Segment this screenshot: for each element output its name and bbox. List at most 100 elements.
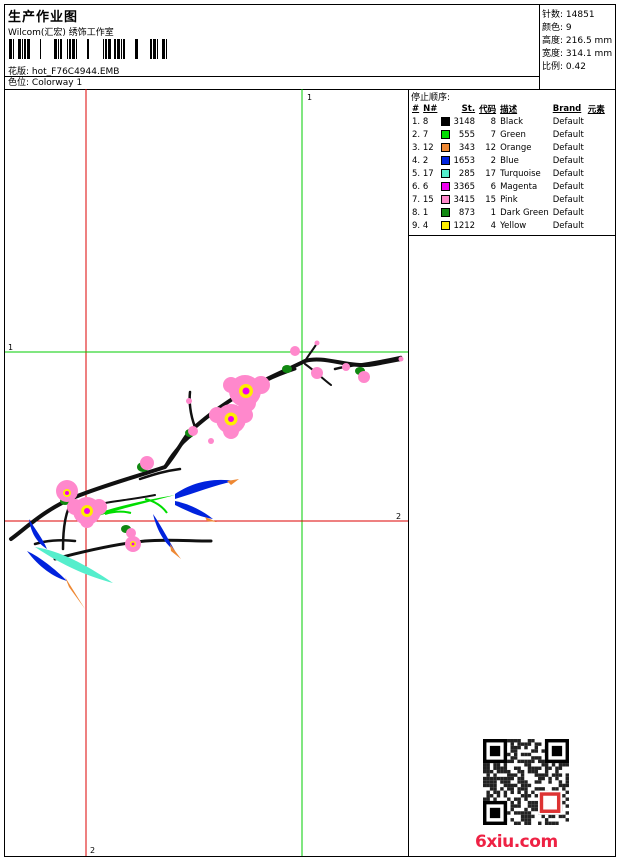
blossom-large-3 <box>67 497 107 528</box>
row-index: 3. 12 <box>412 142 434 153</box>
qr-code-icon <box>483 739 569 825</box>
row-element <box>586 141 607 154</box>
blossom-bud-10 <box>398 356 404 362</box>
row-code: 4 <box>490 220 497 231</box>
row-element <box>586 193 607 206</box>
row-index: 5. 17 <box>412 168 434 179</box>
row-swatch-stitches: 3148 <box>439 115 477 128</box>
page-title: 生产作业图 <box>8 10 79 25</box>
stat-height: 高度: 216.5 mm <box>542 36 613 46</box>
table-row: 6. 6 3365 6 Magenta Default <box>410 180 607 193</box>
row-brand: Default <box>552 194 584 205</box>
row-brand: Default <box>552 168 584 179</box>
colorway-label: 色位: <box>8 78 30 88</box>
row-element <box>586 115 607 128</box>
row-description: Green <box>500 129 526 140</box>
col-header-element: 元素 <box>587 104 605 115</box>
row-element <box>586 180 607 193</box>
embroidery-design: 1 1 2 2 <box>5 89 408 856</box>
color-swatch <box>441 220 451 230</box>
stat-colors: 颜色: 9 <box>542 23 572 33</box>
guide-marker-left: 1 <box>8 343 13 352</box>
guide-marker-right: 2 <box>396 512 401 521</box>
studio-name: Wilcom(汇宏) 绣饰工作室 <box>8 28 114 38</box>
row-description: Pink <box>500 194 518 205</box>
blossom-medium-1 <box>56 480 78 502</box>
row-code: 15 <box>485 194 497 205</box>
row-code: 1 <box>490 207 497 218</box>
row-description: Dark Green <box>500 207 549 218</box>
table-row: 7. 15 3415 15 Pink Default <box>410 193 607 206</box>
row-index: 8. 1 <box>412 207 429 218</box>
row-code: 6 <box>490 181 497 192</box>
color-sequence-table: # N# St. 代码 描述 Brand 元素 1. 8 3148 8 Black D… <box>410 102 607 232</box>
row-element <box>586 154 607 167</box>
color-swatch <box>441 194 451 204</box>
leaf-stitches <box>27 365 365 609</box>
row-code: 12 <box>485 142 497 153</box>
row-brand: Default <box>552 220 584 231</box>
table-row: 3. 12 343 12 Orange Default <box>410 141 607 154</box>
row-index: 7. 15 <box>412 194 434 205</box>
row-code: 17 <box>485 168 497 179</box>
col-header-brand: Brand <box>552 103 582 114</box>
stat-stitches: 针数: 14851 <box>542 10 595 20</box>
col-header-index: # <box>412 103 420 114</box>
stat-width: 宽度: 314.1 mm <box>542 49 613 59</box>
branch-stitches <box>9 342 403 561</box>
row-element <box>586 167 607 180</box>
site-logo: 6xiu.com <box>475 832 558 852</box>
row-code: 2 <box>490 155 497 166</box>
color-swatch <box>441 168 451 178</box>
row-swatch-stitches: 1653 <box>439 154 477 167</box>
row-brand: Default <box>552 155 584 166</box>
blossom-bud-6 <box>208 438 214 444</box>
row-code: 8 <box>490 116 497 127</box>
col-header-code: 代码 <box>479 104 497 115</box>
color-sequence-rows: 1. 8 3148 8 Black Default 2. 7 555 7 Green Defa… <box>410 115 607 232</box>
guide-marker-bottom: 2 <box>90 846 95 855</box>
color-swatch <box>441 129 451 139</box>
row-index: 1. 8 <box>412 116 429 127</box>
row-description: Magenta <box>500 181 538 192</box>
table-row: 9. 4 1212 4 Yellow Default <box>410 219 607 232</box>
blossom-bud-5 <box>188 426 198 436</box>
row-index: 6. 6 <box>412 181 429 192</box>
row-swatch-stitches: 555 <box>439 128 477 141</box>
table-row: 1. 8 3148 8 Black Default <box>410 115 607 128</box>
table-row: 8. 1 873 1 Dark Green Default <box>410 206 607 219</box>
blossom-bud-8 <box>126 528 136 538</box>
row-swatch-stitches: 343 <box>439 141 477 154</box>
guide-marker-top: 1 <box>307 93 312 102</box>
blossom-large-2 <box>209 404 253 439</box>
worksheet-header: 生产作业图 Wilcom(汇宏) 绣饰工作室 花版: hot_F76C4944.… <box>5 5 615 90</box>
row-description: Black <box>500 116 524 127</box>
row-code: 7 <box>490 129 497 140</box>
production-worksheet: 生产作业图 Wilcom(汇宏) 绣饰工作室 花版: hot_F76C4944.… <box>4 4 616 857</box>
color-swatch <box>441 207 451 217</box>
blossom-bud-4 <box>358 371 370 383</box>
row-swatch-stitches: 873 <box>439 206 477 219</box>
col-header-stitches: St. <box>461 103 476 114</box>
row-element <box>586 206 607 219</box>
blossom-small-1 <box>125 536 141 552</box>
color-swatch <box>441 142 451 152</box>
stat-scale: 比例: 0.42 <box>542 62 586 72</box>
colorway-value: Colorway 1 <box>31 78 83 88</box>
color-swatch <box>441 181 451 191</box>
row-description: Turquoise <box>500 168 541 179</box>
design-stats: 针数: 14851 颜色: 9 高度: 216.5 mm 宽度: 314.1 m… <box>540 5 615 89</box>
blossom-bud-1 <box>290 346 300 356</box>
row-brand: Default <box>552 116 584 127</box>
col-header-description: 描述 <box>500 104 518 115</box>
table-row: 5. 17 285 17 Turquoise Default <box>410 167 607 180</box>
row-swatch-stitches: 3365 <box>439 180 477 193</box>
row-brand: Default <box>552 181 584 192</box>
table-row: 4. 2 1653 2 Blue Default <box>410 154 607 167</box>
row-description: Blue <box>500 155 519 166</box>
row-swatch-stitches: 285 <box>439 167 477 180</box>
row-swatch-stitches: 1212 <box>439 219 477 232</box>
row-brand: Default <box>552 207 584 218</box>
header-info: 生产作业图 Wilcom(汇宏) 绣饰工作室 花版: hot_F76C4944.… <box>5 5 540 89</box>
row-swatch-stitches: 3415 <box>439 193 477 206</box>
